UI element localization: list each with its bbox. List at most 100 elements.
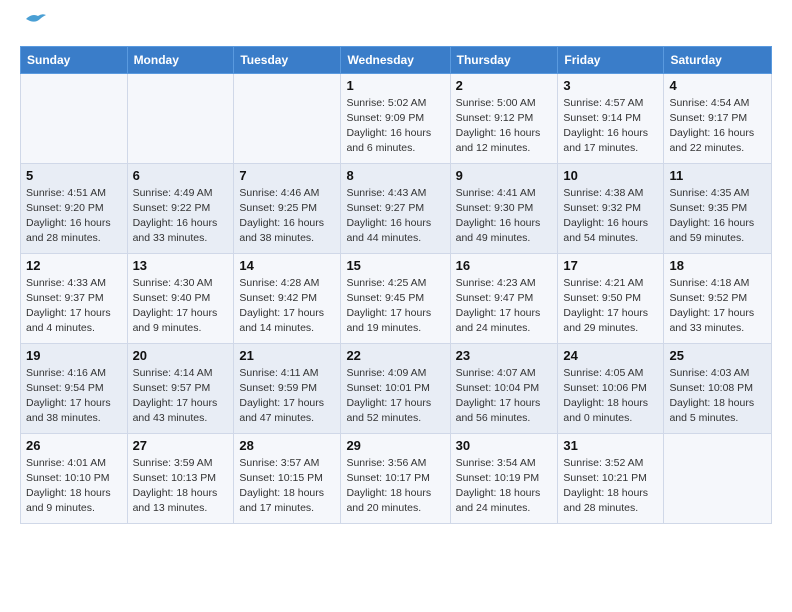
day-info: Sunrise: 4:43 AMSunset: 9:27 PMDaylight:… (346, 186, 444, 247)
calendar-day-cell: 15Sunrise: 4:25 AMSunset: 9:45 PMDayligh… (341, 253, 450, 343)
calendar-week-row: 12 Sunrise: 4:33 AMSunset: 9:37 PMDayligh… (21, 253, 772, 343)
header-sunday: Sunday (21, 46, 128, 73)
day-info: Sunrise: 4:21 AMSunset: 9:50 PMDaylight:… (563, 276, 658, 337)
day-info: Sunrise: 4:16 AMSunset: 9:54 PMDaylight:… (26, 366, 122, 427)
header-saturday: Saturday (664, 46, 772, 73)
day-info: Sunrise: 4:18 AMSunset: 9:52 PMDaylight:… (669, 276, 766, 337)
day-info: Sunrise: 4:11 AMSunset: 9:59 PMDaylight:… (239, 366, 335, 427)
calendar-day-cell: 30Sunrise: 3:54 AMSunset: 10:19 PMDaylig… (450, 433, 558, 523)
day-number: 13 (133, 258, 229, 273)
day-number: 4 (669, 78, 766, 93)
day-info: Sunrise: 4:38 AMSunset: 9:32 PMDaylight:… (563, 186, 658, 247)
calendar-table: SundayMondayTuesdayWednesdayThursdayFrid… (20, 46, 772, 524)
day-number: 28 (239, 438, 335, 453)
day-info: Sunrise: 4:33 AMSunset: 9:37 PMDaylight:… (26, 276, 122, 337)
day-info: Sunrise: 3:59 AMSunset: 10:13 PMDaylight… (133, 456, 229, 517)
day-number: 31 (563, 438, 658, 453)
day-info: Sunrise: 3:57 AMSunset: 10:15 PMDaylight… (239, 456, 335, 517)
day-number: 12 (26, 258, 122, 273)
calendar-day-cell: 12 Sunrise: 4:33 AMSunset: 9:37 PMDayligh… (21, 253, 128, 343)
header-friday: Friday (558, 46, 664, 73)
day-info: Sunrise: 4:30 AMSunset: 9:40 PMDaylight:… (133, 276, 229, 337)
day-number: 25 (669, 348, 766, 363)
day-info: Sunrise: 3:52 AMSunset: 10:21 PMDaylight… (563, 456, 658, 517)
calendar-day-cell: 26 Sunrise: 4:01 AMSunset: 10:10 PMDaylig… (21, 433, 128, 523)
header-monday: Monday (127, 46, 234, 73)
day-number: 11 (669, 168, 766, 183)
day-number: 24 (563, 348, 658, 363)
day-number: 6 (133, 168, 229, 183)
calendar-day-cell: 29Sunrise: 3:56 AMSunset: 10:17 PMDaylig… (341, 433, 450, 523)
day-number: 21 (239, 348, 335, 363)
calendar-week-row: 26 Sunrise: 4:01 AMSunset: 10:10 PMDaylig… (21, 433, 772, 523)
calendar-day-cell: 31 Sunrise: 3:52 AMSunset: 10:21 PMDaylig… (558, 433, 664, 523)
day-info: Sunrise: 4:01 AMSunset: 10:10 PMDaylight… (26, 456, 122, 517)
day-info: Sunrise: 4:46 AMSunset: 9:25 PMDaylight:… (239, 186, 335, 247)
header-tuesday: Tuesday (234, 46, 341, 73)
calendar-day-cell: 9 Sunrise: 4:41 AMSunset: 9:30 PMDaylight… (450, 163, 558, 253)
day-info: Sunrise: 4:49 AMSunset: 9:22 PMDaylight:… (133, 186, 229, 247)
calendar-day-cell: 13 Sunrise: 4:30 AMSunset: 9:40 PMDayligh… (127, 253, 234, 343)
day-info: Sunrise: 5:02 AMSunset: 9:09 PMDaylight:… (346, 96, 444, 157)
calendar-day-cell: 8 Sunrise: 4:43 AMSunset: 9:27 PMDaylight… (341, 163, 450, 253)
calendar-week-row: 5Sunrise: 4:51 AMSunset: 9:20 PMDaylight… (21, 163, 772, 253)
day-info: Sunrise: 4:03 AMSunset: 10:08 PMDaylight… (669, 366, 766, 427)
day-number: 1 (346, 78, 444, 93)
page-header (20, 16, 772, 36)
day-number: 7 (239, 168, 335, 183)
calendar-day-cell: 20Sunrise: 4:14 AMSunset: 9:57 PMDayligh… (127, 343, 234, 433)
calendar-day-cell: 10 Sunrise: 4:38 AMSunset: 9:32 PMDayligh… (558, 163, 664, 253)
day-number: 3 (563, 78, 658, 93)
calendar-day-cell: 22 Sunrise: 4:09 AMSunset: 10:01 PMDaylig… (341, 343, 450, 433)
day-number: 19 (26, 348, 122, 363)
day-info: Sunrise: 4:09 AMSunset: 10:01 PMDaylight… (346, 366, 444, 427)
calendar-empty-cell (127, 73, 234, 163)
calendar-day-cell: 2 Sunrise: 5:00 AMSunset: 9:12 PMDaylight… (450, 73, 558, 163)
calendar-day-cell: 19 Sunrise: 4:16 AMSunset: 9:54 PMDayligh… (21, 343, 128, 433)
day-number: 18 (669, 258, 766, 273)
day-info: Sunrise: 4:41 AMSunset: 9:30 PMDaylight:… (456, 186, 553, 247)
day-number: 2 (456, 78, 553, 93)
day-info: Sunrise: 5:00 AMSunset: 9:12 PMDaylight:… (456, 96, 553, 157)
calendar-day-cell: 17 Sunrise: 4:21 AMSunset: 9:50 PMDayligh… (558, 253, 664, 343)
calendar-day-cell: 27 Sunrise: 3:59 AMSunset: 10:13 PMDaylig… (127, 433, 234, 523)
calendar-day-cell: 28 Sunrise: 3:57 AMSunset: 10:15 PMDaylig… (234, 433, 341, 523)
day-number: 9 (456, 168, 553, 183)
day-number: 27 (133, 438, 229, 453)
day-info: Sunrise: 4:28 AMSunset: 9:42 PMDaylight:… (239, 276, 335, 337)
day-number: 14 (239, 258, 335, 273)
calendar-day-cell: 3 Sunrise: 4:57 AMSunset: 9:14 PMDaylight… (558, 73, 664, 163)
calendar-day-cell: 6 Sunrise: 4:49 AMSunset: 9:22 PMDaylight… (127, 163, 234, 253)
logo-bird-icon (24, 11, 46, 32)
calendar-day-cell: 5Sunrise: 4:51 AMSunset: 9:20 PMDaylight… (21, 163, 128, 253)
calendar-day-cell: 14 Sunrise: 4:28 AMSunset: 9:42 PMDayligh… (234, 253, 341, 343)
day-info: Sunrise: 4:05 AMSunset: 10:06 PMDaylight… (563, 366, 658, 427)
day-number: 26 (26, 438, 122, 453)
calendar-day-cell: 7 Sunrise: 4:46 AMSunset: 9:25 PMDaylight… (234, 163, 341, 253)
day-info: Sunrise: 4:25 AMSunset: 9:45 PMDaylight:… (346, 276, 444, 337)
day-number: 17 (563, 258, 658, 273)
calendar-empty-cell (234, 73, 341, 163)
calendar-day-cell: 11Sunrise: 4:35 AMSunset: 9:35 PMDayligh… (664, 163, 772, 253)
calendar-header-row: SundayMondayTuesdayWednesdayThursdayFrid… (21, 46, 772, 73)
calendar-day-cell: 21 Sunrise: 4:11 AMSunset: 9:59 PMDayligh… (234, 343, 341, 433)
calendar-empty-cell (21, 73, 128, 163)
calendar-empty-cell (664, 433, 772, 523)
day-number: 8 (346, 168, 444, 183)
day-info: Sunrise: 4:23 AMSunset: 9:47 PMDaylight:… (456, 276, 553, 337)
calendar-day-cell: 4Sunrise: 4:54 AMSunset: 9:17 PMDaylight… (664, 73, 772, 163)
day-number: 22 (346, 348, 444, 363)
calendar-day-cell: 24 Sunrise: 4:05 AMSunset: 10:06 PMDaylig… (558, 343, 664, 433)
day-info: Sunrise: 4:57 AMSunset: 9:14 PMDaylight:… (563, 96, 658, 157)
header-wednesday: Wednesday (341, 46, 450, 73)
day-number: 5 (26, 168, 122, 183)
day-number: 10 (563, 168, 658, 183)
day-number: 30 (456, 438, 553, 453)
calendar-day-cell: 25 Sunrise: 4:03 AMSunset: 10:08 PMDaylig… (664, 343, 772, 433)
day-info: Sunrise: 4:07 AMSunset: 10:04 PMDaylight… (456, 366, 553, 427)
day-info: Sunrise: 4:14 AMSunset: 9:57 PMDaylight:… (133, 366, 229, 427)
calendar-week-row: 1 Sunrise: 5:02 AMSunset: 9:09 PMDaylight… (21, 73, 772, 163)
calendar-day-cell: 1 Sunrise: 5:02 AMSunset: 9:09 PMDaylight… (341, 73, 450, 163)
header-thursday: Thursday (450, 46, 558, 73)
logo (20, 16, 46, 36)
